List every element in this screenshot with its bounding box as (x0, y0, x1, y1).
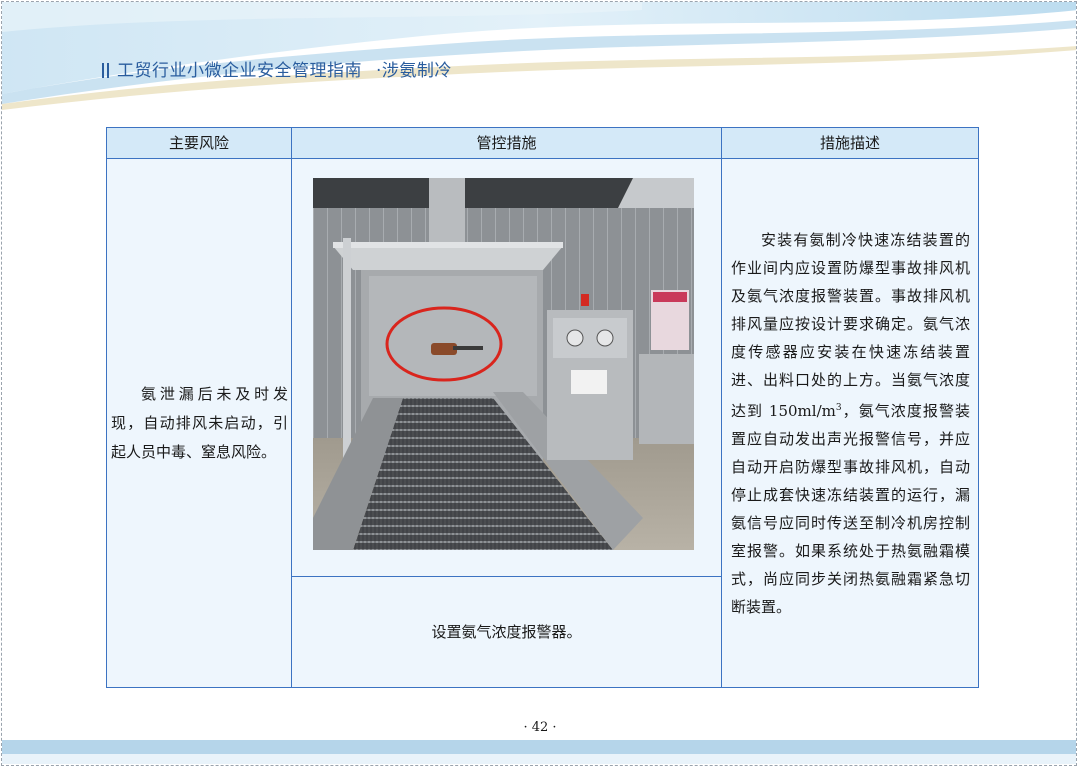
equipment-photo (313, 178, 694, 550)
document-page: 工贸行业小微企业安全管理指南 ·涉氨制冷 主要风险 管控措施 措施描述 氨泄漏后未… (1, 1, 1077, 766)
header-bar-icon (107, 63, 109, 78)
description-cell: 安装有氨制冷快速冻结装置的作业间内应设置防爆型事故排风机及氨气浓度报警装置。事故… (722, 159, 978, 687)
description-text-part: ，氨气浓度报警装置应自动发出声光报警信号，并应自动开启防爆型事故排风机，自动停止… (731, 401, 970, 616)
header-bar-icon (102, 63, 104, 78)
table-header-row: 主要风险 管控措施 措施描述 (107, 128, 978, 159)
column-header-description: 措施描述 (819, 134, 880, 152)
header-title-text: 工贸行业小微企业安全管理指南 (117, 61, 362, 81)
header-title: 工贸行业小微企业安全管理指南 ·涉氨制冷 (102, 56, 452, 81)
description-text-part: 安装有氨制冷快速冻结装置的作业间内应设置防爆型事故排风机及氨气浓度报警装置。事故… (731, 230, 970, 420)
measure-caption: 设置氨气浓度报警器。 (431, 623, 582, 641)
column-header-risk: 主要风险 (168, 134, 229, 152)
page-number: · 42 · (523, 720, 557, 735)
footer-band-light (2, 754, 1076, 764)
description-text: 安装有氨制冷快速冻结装置的作业间内应设置防爆型事故排风机及氨气浓度报警装置。事故… (722, 226, 978, 621)
header-subtitle: ·涉氨制冷 (376, 61, 452, 81)
risk-cell: 氨泄漏后未及时发现，自动排风未启动，引起人员中毒、窒息风险。 (107, 159, 291, 687)
column-header-measure: 管控措施 (476, 134, 537, 152)
risk-control-table: 主要风险 管控措施 措施描述 氨泄漏后未及时发现，自动排风未启动，引起人员中毒、… (106, 127, 979, 688)
footer-band (2, 740, 1076, 754)
risk-text: 氨泄漏后未及时发现，自动排风未启动，引起人员中毒、窒息风险。 (111, 384, 288, 461)
